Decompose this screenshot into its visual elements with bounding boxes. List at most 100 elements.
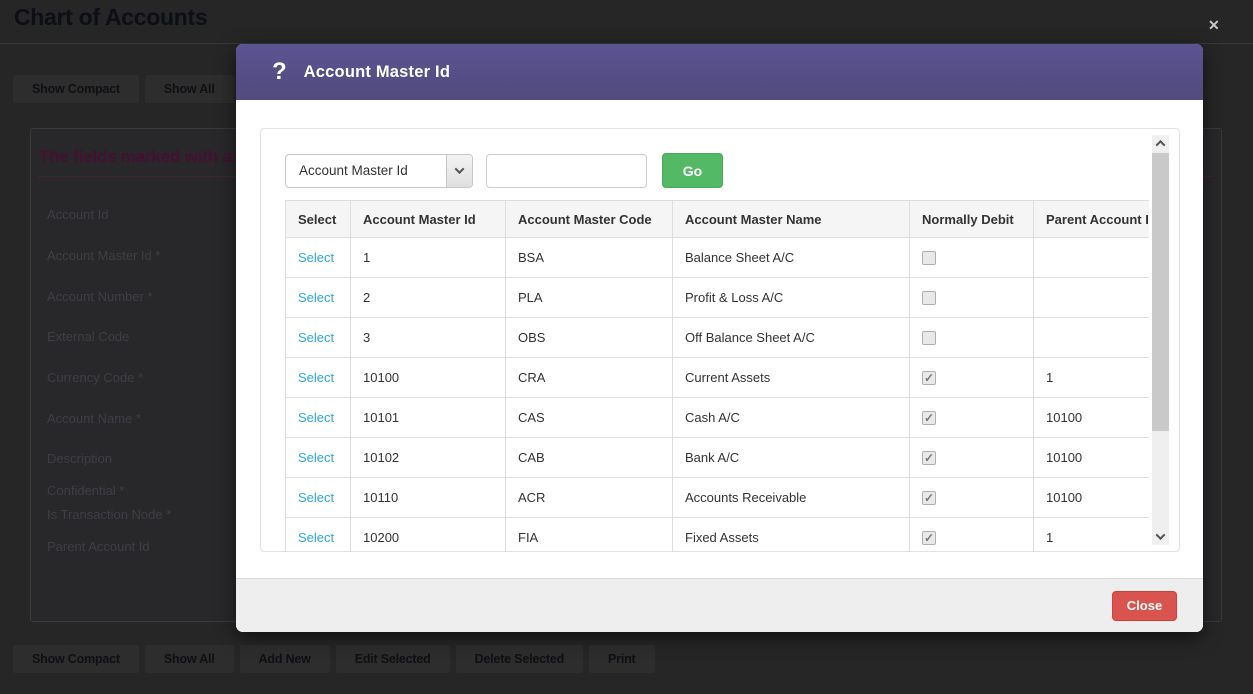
table-row: Select 2 PLA Profit & Loss A/C <box>285 277 1149 318</box>
vertical-scrollbar[interactable] <box>1152 135 1169 545</box>
normally-debit-checkbox <box>922 331 936 346</box>
cell-id: 10102 <box>350 437 506 478</box>
normally-debit-checkbox <box>922 491 936 506</box>
cell-id: 3 <box>350 317 506 358</box>
normally-debit-checkbox <box>922 291 936 306</box>
table-header-row: Select Account Master Id Account Master … <box>285 200 1149 238</box>
toolbar-bottom: Show Compact Show All Add New Edit Selec… <box>13 645 655 673</box>
cell-name: Balance Sheet A/C <box>672 237 910 278</box>
select-link[interactable]: Select <box>298 330 334 345</box>
table-row: Select 1 BSA Balance Sheet A/C <box>285 237 1149 278</box>
select-link[interactable]: Select <box>298 410 334 425</box>
label-confidential: Confidential * <box>47 483 125 498</box>
label-account-number: Account Number * <box>47 289 153 304</box>
cell-name: Profit & Loss A/C <box>672 277 910 318</box>
col-normally-debit: Normally Debit <box>909 200 1034 238</box>
help-icon: ? <box>272 58 287 85</box>
dialog-header: ? Account Master Id <box>236 44 1203 100</box>
col-select: Select <box>285 200 351 238</box>
table-row: Select 10101 CAS Cash A/C 10100 <box>285 397 1149 438</box>
select-link[interactable]: Select <box>298 450 334 465</box>
cell-code: PLA <box>505 277 673 318</box>
show-all-button[interactable]: Show All <box>144 75 234 103</box>
close-button[interactable]: Close <box>1112 590 1177 621</box>
label-account-name: Account Name * <box>47 411 141 426</box>
col-account-master-id: Account Master Id <box>350 200 506 238</box>
cell-parent: 10100 <box>1033 477 1149 518</box>
label-account-id: Account Id <box>47 207 109 222</box>
scroll-up-icon[interactable] <box>1152 135 1169 152</box>
dialog-footer: Close <box>236 578 1203 632</box>
cell-parent: 10100 <box>1033 397 1149 438</box>
show-compact-button[interactable]: Show Compact <box>13 75 139 103</box>
select-link[interactable]: Select <box>298 370 334 385</box>
scroll-down-icon[interactable] <box>1152 528 1169 545</box>
lookup-scroll-area: Account Master Id Go Select Account Mast… <box>262 130 1149 552</box>
page-title: Chart of Accounts <box>14 4 208 30</box>
cell-parent: 1 <box>1033 357 1149 398</box>
cell-name: Off Balance Sheet A/C <box>672 317 910 358</box>
chevron-down-icon <box>446 154 472 187</box>
select-link[interactable]: Select <box>298 250 334 265</box>
label-description: Description <box>47 451 113 466</box>
normally-debit-checkbox <box>922 251 936 266</box>
go-button[interactable]: Go <box>662 153 723 188</box>
select-link[interactable]: Select <box>298 530 334 545</box>
edit-selected-button[interactable]: Edit Selected <box>335 645 450 673</box>
search-field-select[interactable]: Account Master Id <box>285 153 473 188</box>
selected-option: Account Master Id <box>299 163 408 178</box>
cell-code: BSA <box>505 237 673 278</box>
table-row: Select 10102 CAB Bank A/C 10100 <box>285 437 1149 478</box>
label-currency-code: Currency Code * <box>47 370 144 385</box>
cell-parent <box>1033 317 1149 358</box>
label-is-transaction-node: Is Transaction Node * <box>47 507 172 522</box>
normally-debit-checkbox <box>922 371 936 386</box>
scrollbar-thumb[interactable] <box>1152 153 1169 431</box>
cell-code: ACR <box>505 477 673 518</box>
cell-code: CAB <box>505 437 673 478</box>
cell-id: 2 <box>350 277 506 318</box>
table-row: Select 3 OBS Off Balance Sheet A/C <box>285 317 1149 358</box>
show-all-button[interactable]: Show All <box>144 645 234 673</box>
search-row: Account Master Id Go <box>285 153 1149 188</box>
account-master-table: Select Account Master Id Account Master … <box>285 200 1149 552</box>
show-compact-button[interactable]: Show Compact <box>13 645 139 673</box>
cell-id: 10110 <box>350 477 506 518</box>
label-external-code: External Code <box>47 329 130 344</box>
table-row: Select 10110 ACR Accounts Receivable 101… <box>285 477 1149 518</box>
col-account-master-name: Account Master Name <box>672 200 910 238</box>
cell-name: Current Assets <box>672 357 910 398</box>
col-parent-account-id: Parent Account Id <box>1033 200 1149 238</box>
close-icon[interactable]: ✕ <box>1208 17 1220 34</box>
select-link[interactable]: Select <box>298 490 334 505</box>
cell-name: Bank A/C <box>672 437 910 478</box>
account-master-id-dialog: ? Account Master Id Account Master Id Go <box>236 44 1203 632</box>
cell-parent <box>1033 277 1149 318</box>
cell-code: OBS <box>505 317 673 358</box>
cell-code: CRA <box>505 357 673 398</box>
dialog-title: Account Master Id <box>303 62 451 81</box>
lookup-panel: Account Master Id Go Select Account Mast… <box>260 128 1180 552</box>
cell-id: 1 <box>350 237 506 278</box>
cell-code: FIA <box>505 517 673 552</box>
print-button[interactable]: Print <box>589 645 655 673</box>
col-account-master-code: Account Master Code <box>505 200 673 238</box>
search-input[interactable] <box>486 153 647 188</box>
label-parent-account-id: Parent Account Id <box>47 539 150 554</box>
label-account-master-id: Account Master Id * <box>47 248 161 263</box>
delete-selected-button[interactable]: Delete Selected <box>455 645 584 673</box>
normally-debit-checkbox <box>922 451 936 466</box>
normally-debit-checkbox <box>922 411 936 426</box>
cell-id: 10101 <box>350 397 506 438</box>
cell-parent: 10100 <box>1033 437 1149 478</box>
cell-id: 10200 <box>350 517 506 552</box>
cell-name: Accounts Receivable <box>672 477 910 518</box>
table-row: Select 10100 CRA Current Assets 1 <box>285 357 1149 398</box>
select-link[interactable]: Select <box>298 290 334 305</box>
cell-parent: 1 <box>1033 517 1149 552</box>
cell-id: 10100 <box>350 357 506 398</box>
cell-name: Cash A/C <box>672 397 910 438</box>
cell-name: Fixed Assets <box>672 517 910 552</box>
dialog-body: Account Master Id Go Select Account Mast… <box>236 100 1203 578</box>
add-new-button[interactable]: Add New <box>239 645 330 673</box>
